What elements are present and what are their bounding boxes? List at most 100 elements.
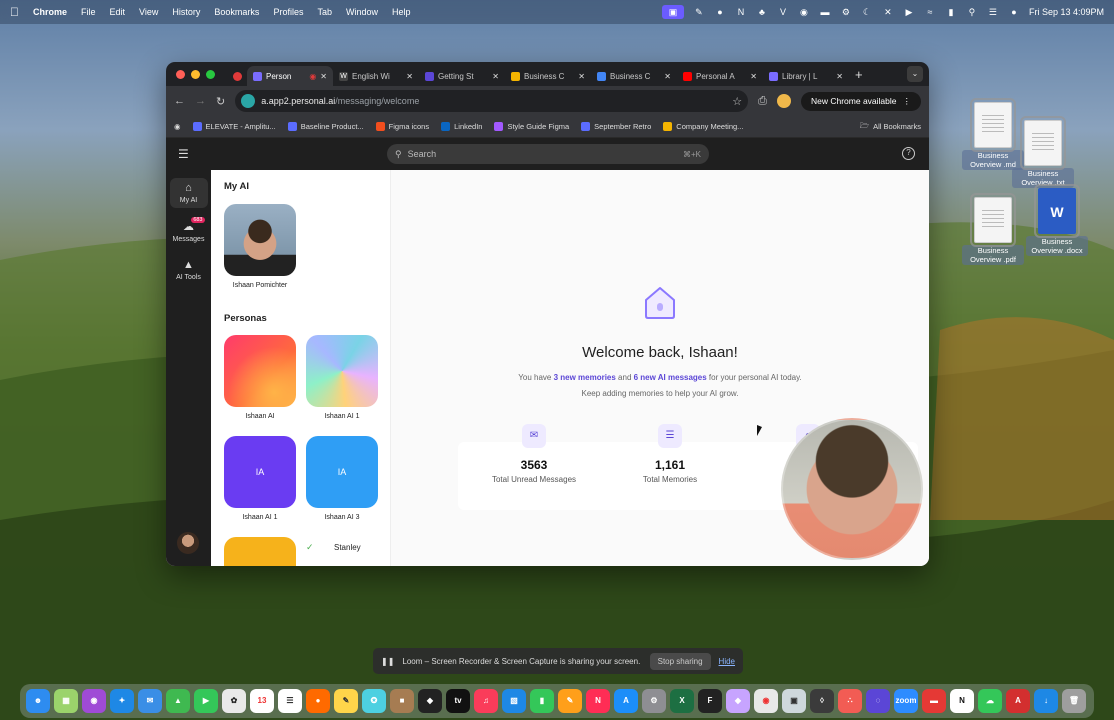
tab-pinned[interactable] — [227, 66, 247, 86]
screen-record-icon[interactable]: ▣ — [661, 5, 684, 19]
menubar-clock[interactable]: Fri Sep 13 4:09PM — [1029, 7, 1104, 17]
address-bar[interactable]: a.app2.personal.ai/messaging/welcome ☆ — [235, 90, 749, 112]
close-tab-icon[interactable]: ✕ — [406, 72, 413, 81]
menu-app-name[interactable]: Chrome — [33, 7, 67, 17]
numbers-icon[interactable]: ▮ — [530, 689, 554, 713]
persona-card[interactable]: ✓ Stanley — [306, 537, 378, 555]
moon-icon[interactable]: ☾ — [861, 7, 873, 17]
search-icon[interactable]: ⚲ — [966, 7, 978, 17]
tab-business-docs[interactable]: Business C ✕ — [591, 66, 677, 86]
zoom-window-button[interactable] — [206, 69, 215, 79]
siri-icon[interactable]: ● — [1008, 7, 1020, 17]
reminders-icon[interactable]: ☰ — [278, 689, 302, 713]
podcasts-icon[interactable]: ◉ — [82, 689, 106, 713]
notes-icon[interactable]: ✎ — [334, 689, 358, 713]
menu-extra-icon[interactable]: ◉ — [798, 7, 810, 17]
bookmark-star-icon[interactable]: ☆ — [732, 95, 742, 108]
back-arrow-icon[interactable]: ← — [174, 95, 185, 107]
linear-icon[interactable]: ◌ — [866, 689, 890, 713]
app-icon[interactable]: ▬ — [922, 689, 946, 713]
close-tab-icon[interactable]: ✕ — [750, 72, 757, 81]
gear-icon[interactable]: ⚙ — [840, 7, 852, 17]
menu-extra-icon[interactable]: ♣ — [756, 7, 768, 17]
persona-card[interactable]: IA Ishaan AI 3 — [306, 436, 378, 521]
webcam-bubble[interactable] — [781, 418, 923, 560]
new-messages-link[interactable]: 6 new AI messages — [634, 373, 707, 382]
menu-extra-icon[interactable]: ▬ — [819, 7, 831, 17]
persona-card[interactable]: Ishaan AI 1 — [306, 335, 378, 420]
user-avatar[interactable] — [177, 532, 199, 554]
vectorworks-icon[interactable]: V — [777, 7, 789, 17]
menu-tab[interactable]: Tab — [317, 7, 332, 17]
news-icon[interactable]: N — [586, 689, 610, 713]
mail-icon[interactable]: ✉ — [138, 689, 162, 713]
control-center-icon[interactable]: ☰ — [987, 7, 999, 17]
bookmark-item[interactable]: Baseline Product... — [287, 122, 364, 131]
tab-personal-ai[interactable]: Person ◉ ✕ — [247, 66, 333, 86]
bookmark-item[interactable]: Style Guide Figma — [494, 122, 569, 131]
menu-window[interactable]: Window — [346, 7, 378, 17]
extensions-icon[interactable]: ⎙ — [758, 95, 767, 108]
new-memories-link[interactable]: 3 new memories — [554, 373, 616, 382]
new-tab-button[interactable]: + — [855, 67, 863, 82]
notion-icon[interactable]: N — [735, 7, 747, 17]
apps-icon[interactable]: ◉ — [174, 122, 181, 131]
close-tab-icon[interactable]: ✕ — [578, 72, 585, 81]
figma-icon[interactable]: F — [698, 689, 722, 713]
tab-english-wiki[interactable]: W English Wi ✕ — [333, 66, 419, 86]
messages-icon[interactable]: ☁ — [978, 689, 1002, 713]
bookmark-item[interactable]: LinkedIn — [441, 122, 482, 131]
persona-card[interactable]: Ishaan AI — [224, 335, 296, 420]
menu-extra-icon[interactable]: ✎ — [693, 7, 705, 17]
hide-button[interactable]: Hide — [719, 657, 735, 666]
app-icon[interactable]: ◊ — [810, 689, 834, 713]
photos-icon[interactable]: ✿ — [222, 689, 246, 713]
trash-icon[interactable]: 🗑 — [1062, 689, 1086, 713]
desktop-file-txt[interactable]: Business Overview .txt — [1012, 116, 1074, 188]
acrobat-icon[interactable]: A — [1006, 689, 1030, 713]
facetime-icon[interactable]: ▶ — [194, 689, 218, 713]
zoom-icon[interactable]: zoom — [894, 689, 918, 713]
preview-icon[interactable]: ▣ — [782, 689, 806, 713]
battery-icon[interactable]: ▮ — [945, 7, 957, 17]
downloads-icon[interactable]: ↓ — [1034, 689, 1058, 713]
tab-personal-youtube[interactable]: Personal A ✕ — [677, 66, 763, 86]
finder-icon[interactable]: ☻ — [26, 689, 50, 713]
asana-icon[interactable]: ∴ — [838, 689, 862, 713]
notion-icon[interactable]: N — [950, 689, 974, 713]
close-window-button[interactable] — [176, 69, 185, 79]
menu-edit[interactable]: Edit — [110, 7, 126, 17]
music-icon[interactable]: ♫ — [474, 689, 498, 713]
calendar-icon[interactable]: 13 — [250, 689, 274, 713]
site-info-icon[interactable] — [241, 94, 256, 108]
rail-item-my-ai[interactable]: ⌂ My AI — [169, 178, 208, 208]
safari-icon[interactable]: ✦ — [110, 689, 134, 713]
close-tab-icon[interactable]: ✕ — [320, 72, 327, 81]
help-icon[interactable]: ? — [902, 147, 915, 160]
app-icon[interactable]: ◆ — [418, 689, 442, 713]
stop-sharing-button[interactable]: Stop sharing — [649, 652, 711, 670]
menu-file[interactable]: File — [81, 7, 96, 17]
apple-menu-icon[interactable]:  — [10, 5, 19, 19]
my-ai-card[interactable]: Ishaan Pomichter — [224, 204, 296, 289]
menu-extra-icon[interactable]: ✕ — [882, 7, 894, 17]
menu-view[interactable]: View — [139, 7, 158, 17]
menu-history[interactable]: History — [172, 7, 200, 17]
play-icon[interactable]: ▶ — [903, 7, 915, 17]
apple-tv-icon[interactable]: tv — [446, 689, 470, 713]
stat-unread-messages[interactable]: ✉ 3563 Total Unread Messages — [464, 424, 604, 484]
desktop-file-docx[interactable]: W Business Overview .docx — [1026, 184, 1088, 256]
persona-card[interactable]: IA Ishaan AI 1 — [224, 436, 296, 521]
reload-icon[interactable]: ↻ — [216, 95, 225, 108]
bookmark-item[interactable]: September Retro — [581, 122, 651, 131]
stat-memories[interactable]: ☰ 1,161 Total Memories — [600, 424, 740, 484]
update-chrome-button[interactable]: New Chrome available ⋮ — [800, 91, 921, 111]
excel-icon[interactable]: X — [670, 689, 694, 713]
desktop-file-pdf[interactable]: Business Overview .pdf — [962, 193, 1024, 265]
search-bar[interactable]: ⚲ Search ⌘+K — [387, 144, 709, 164]
minimize-window-button[interactable] — [191, 69, 200, 79]
tab-library[interactable]: Library | L ✕ — [763, 66, 849, 86]
menu-help[interactable]: Help — [392, 7, 411, 17]
close-tab-icon[interactable]: ✕ — [836, 72, 843, 81]
app-icon[interactable]: ◆ — [726, 689, 750, 713]
